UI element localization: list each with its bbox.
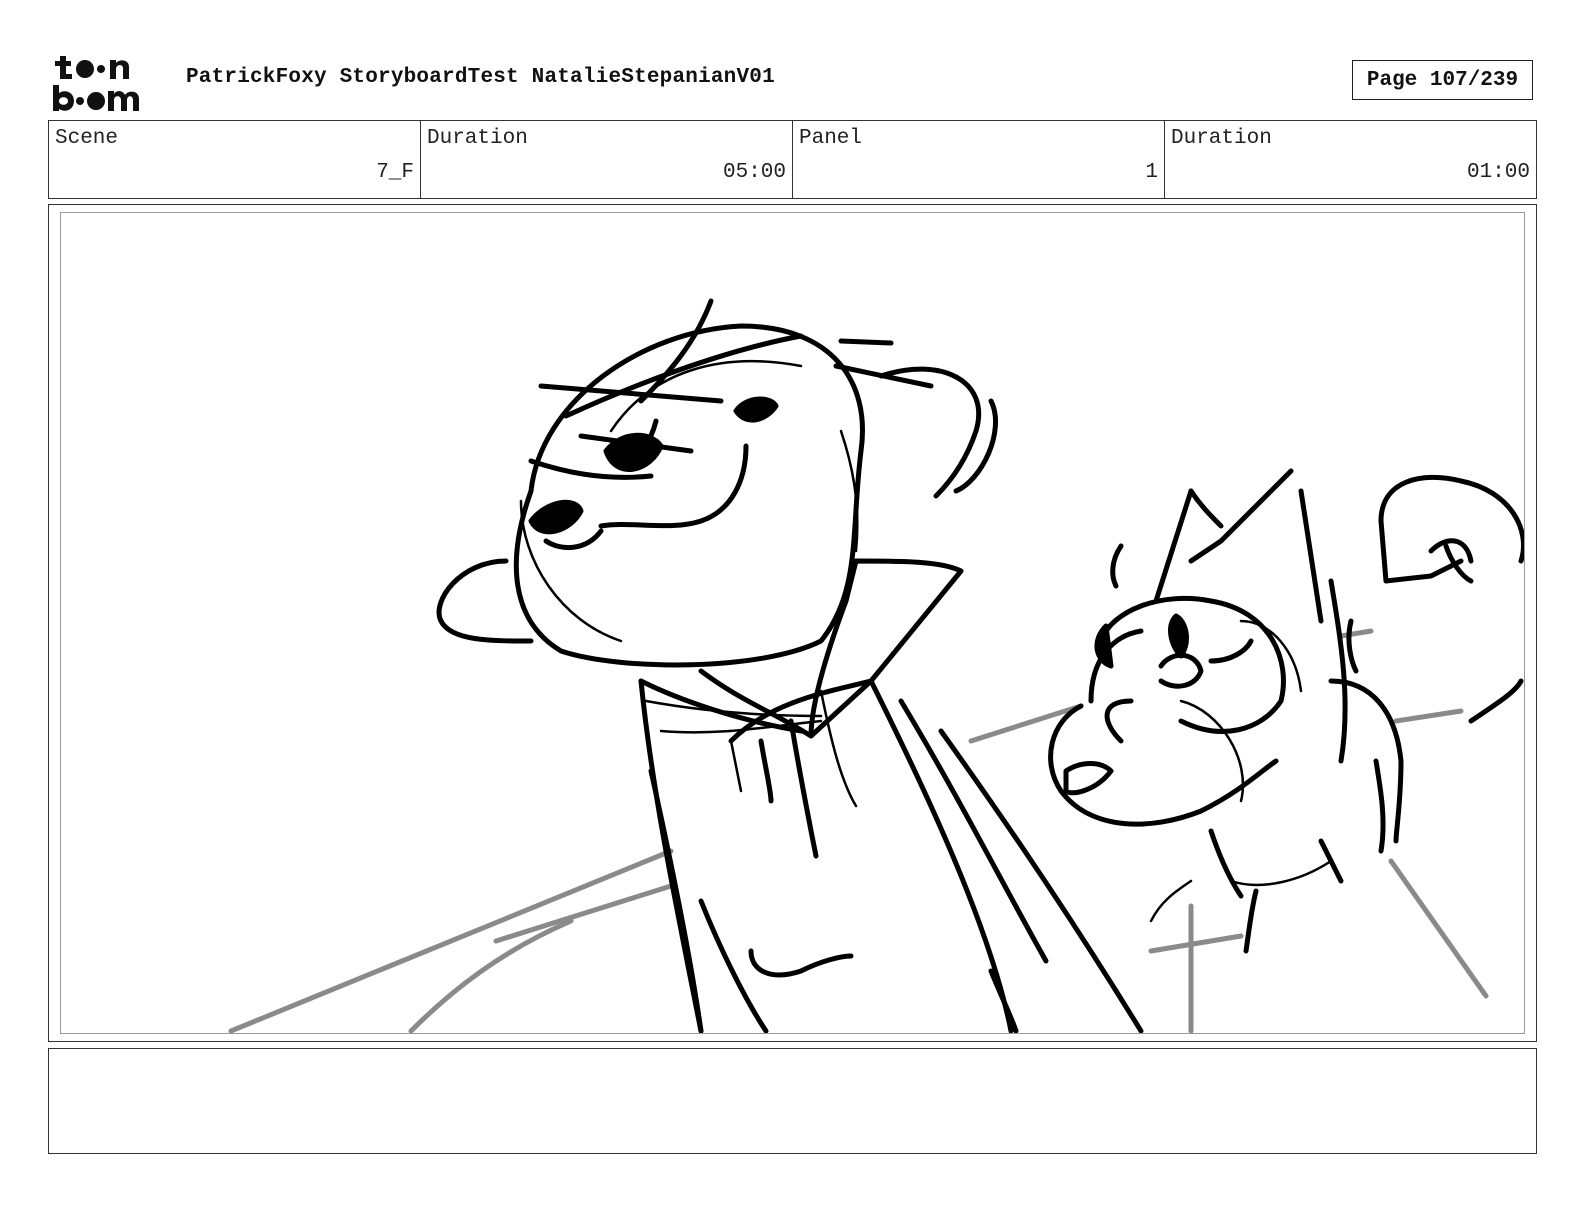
scene-duration-value: 05:00	[722, 161, 786, 184]
scene-duration-label: Duration	[427, 127, 528, 150]
scene-cell: Scene 7_F	[49, 121, 421, 198]
storyboard-panel-sketch	[60, 212, 1525, 1034]
notes-box	[48, 1048, 1537, 1154]
toon-boom-logo	[52, 52, 164, 112]
page-indicator: Page 107/239	[1352, 60, 1533, 100]
panel-value: 1	[1145, 161, 1158, 184]
panel-label: Panel	[799, 127, 863, 150]
document-title: PatrickFoxy StoryboardTest NatalieStepan…	[186, 66, 775, 89]
sketch-drawing	[228, 298, 1524, 1033]
scene-duration-cell: Duration 05:00	[421, 121, 793, 198]
scene-value: 7_F	[376, 161, 414, 184]
panel-duration-value: 01:00	[1466, 161, 1530, 184]
scene-label: Scene	[55, 127, 119, 150]
panel-cell: Panel 1	[793, 121, 1165, 198]
panel-info-table: Scene 7_F Duration 05:00 Panel 1 Duratio…	[48, 120, 1537, 199]
panel-duration-label: Duration	[1171, 127, 1272, 150]
panel-duration-cell: Duration 01:00	[1165, 121, 1536, 198]
